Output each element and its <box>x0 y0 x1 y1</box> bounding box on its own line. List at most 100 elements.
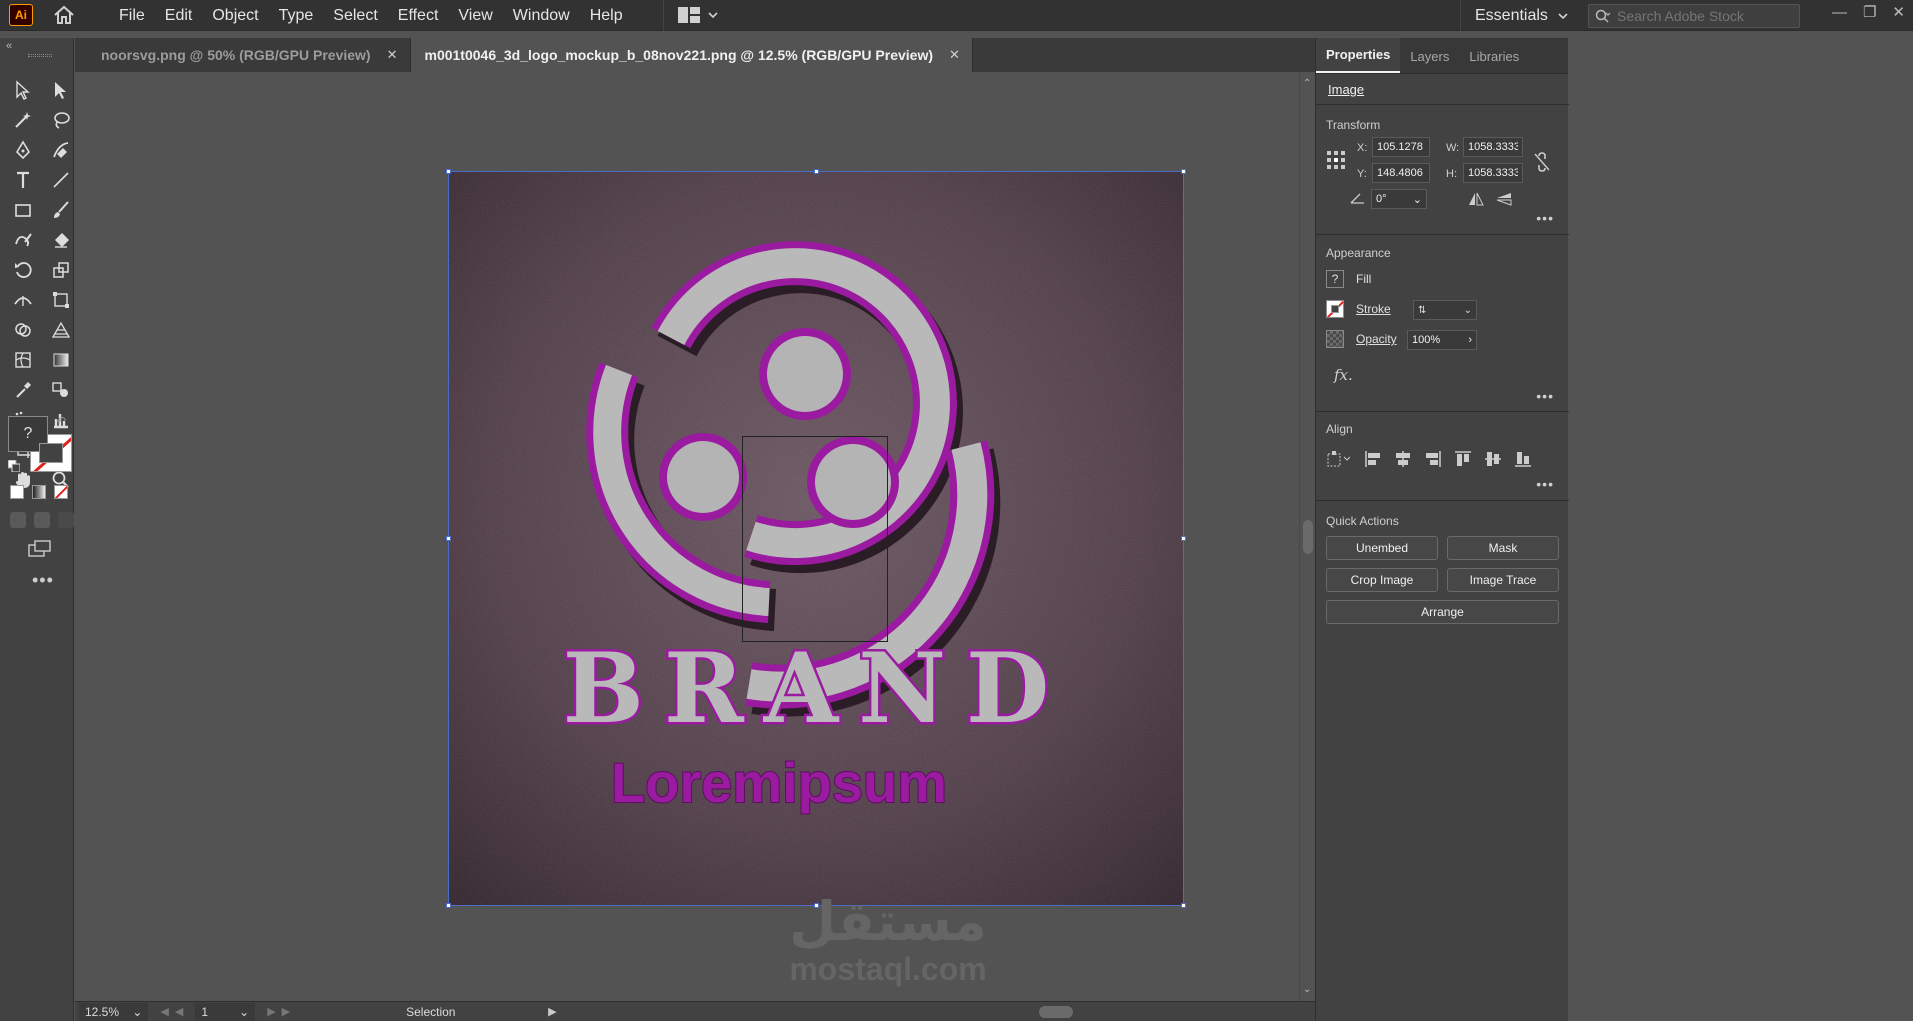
stroke-label[interactable]: Stroke <box>1356 302 1391 316</box>
scroll-up-icon[interactable]: ⌃ <box>1303 78 1311 89</box>
effects-icon[interactable]: fx. <box>1334 366 1353 384</box>
more-options-icon[interactable]: ••• <box>1536 388 1554 404</box>
menu-edit[interactable]: Edit <box>155 0 203 31</box>
crop-image-button[interactable]: Crop Image <box>1326 568 1438 592</box>
artboard-number-select[interactable]: 1 ⌄ <box>195 1002 256 1021</box>
mesh-tool-icon[interactable] <box>8 348 38 372</box>
rectangle-tool-icon[interactable] <box>8 198 38 222</box>
mask-button[interactable]: Mask <box>1447 536 1559 560</box>
image-trace-button[interactable]: Image Trace <box>1447 568 1559 592</box>
menu-window[interactable]: Window <box>503 0 580 31</box>
align-bottom-icon[interactable] <box>1514 450 1532 468</box>
flip-horizontal-icon[interactable] <box>1468 192 1484 206</box>
horizontal-scrollbar[interactable] <box>569 1003 1315 1021</box>
canvas[interactable]: BRAND Loremipsum مستقل mostaql.com <box>75 72 1299 1001</box>
close-icon[interactable]: ✕ <box>387 47 398 63</box>
line-tool-icon[interactable] <box>46 168 76 192</box>
curvature-tool-icon[interactable] <box>46 138 76 162</box>
rotate-tool-icon[interactable] <box>8 258 38 282</box>
stroke-swatch[interactable] <box>1326 300 1344 318</box>
close-icon[interactable]: ✕ <box>1892 3 1905 21</box>
scale-tool-icon[interactable] <box>46 258 76 282</box>
menu-effect[interactable]: Effect <box>388 0 449 31</box>
artboard-nav-next-icons[interactable]: ▶▶ <box>267 1005 296 1018</box>
align-left-icon[interactable] <box>1364 450 1382 468</box>
paintbrush-tool-icon[interactable] <box>46 198 76 222</box>
width-tool-icon[interactable] <box>8 288 38 312</box>
type-tool-icon[interactable] <box>8 168 38 192</box>
scroll-thumb[interactable] <box>1303 520 1313 554</box>
scroll-thumb[interactable] <box>1038 1005 1073 1018</box>
chevron-down-icon[interactable]: ⌄ <box>1464 305 1472 316</box>
menu-help[interactable]: Help <box>580 0 633 31</box>
h-field[interactable] <box>1463 163 1523 183</box>
home-icon[interactable] <box>51 3 77 27</box>
reference-point-icon[interactable] <box>1326 150 1346 170</box>
draw-normal-icon[interactable] <box>10 512 26 528</box>
eyedropper-tool-icon[interactable] <box>8 378 38 402</box>
minimize-icon[interactable]: — <box>1832 4 1847 21</box>
stock-search-input[interactable] <box>1617 8 1797 24</box>
menu-type[interactable]: Type <box>269 0 324 31</box>
object-type-link[interactable]: Image <box>1328 82 1364 97</box>
tab-layers[interactable]: Layers <box>1400 49 1459 73</box>
chevron-right-icon[interactable]: › <box>1468 334 1472 346</box>
draw-behind-icon[interactable] <box>34 512 50 528</box>
menu-view[interactable]: View <box>448 0 502 31</box>
align-right-icon[interactable] <box>1424 450 1442 468</box>
screen-mode-icon[interactable] <box>28 540 52 558</box>
color-mode-color[interactable] <box>10 485 24 499</box>
align-center-vertical-icon[interactable] <box>1484 450 1502 468</box>
lasso-tool-icon[interactable] <box>46 108 76 132</box>
tab-noorsvg[interactable]: noorsvg.png @ 50% (RGB/GPU Preview) ✕ <box>75 38 411 72</box>
more-options-icon[interactable]: ••• <box>1536 210 1554 226</box>
constrain-proportions-icon[interactable] <box>1533 152 1551 172</box>
align-top-icon[interactable] <box>1454 450 1472 468</box>
close-icon[interactable]: ✕ <box>949 47 960 63</box>
zoom-level-select[interactable]: 12.5% ⌄ <box>79 1002 149 1021</box>
arrange-button[interactable]: Arrange <box>1326 600 1559 624</box>
default-fill-stroke-icon[interactable] <box>8 460 20 472</box>
swap-fill-stroke-icon[interactable]: ↶ <box>56 414 66 428</box>
panel-grip[interactable] <box>28 54 52 57</box>
rotate-angle-select[interactable]: 0° ⌄ <box>1371 189 1427 209</box>
shape-builder-tool-icon[interactable] <box>8 318 38 342</box>
color-mode-gradient[interactable] <box>32 485 46 499</box>
tab-libraries[interactable]: Libraries <box>1459 49 1529 73</box>
w-field[interactable] <box>1463 137 1523 157</box>
draw-inside-icon[interactable] <box>58 512 74 528</box>
gradient-tool-icon[interactable] <box>46 348 76 372</box>
free-transform-tool-icon[interactable] <box>46 288 76 312</box>
restore-icon[interactable]: ❐ <box>1863 3 1876 21</box>
arrange-documents-button[interactable] <box>662 0 718 31</box>
flip-vertical-icon[interactable] <box>1496 192 1512 206</box>
menu-select[interactable]: Select <box>323 0 387 31</box>
perspective-grid-tool-icon[interactable] <box>46 318 76 342</box>
menu-file[interactable]: File <box>109 0 155 31</box>
scroll-down-icon[interactable]: ⌄ <box>1303 984 1311 995</box>
align-to-selection-icon[interactable] <box>1326 450 1352 468</box>
collapse-panel-icon[interactable]: « <box>6 40 12 52</box>
artboard-nav-prev-icons[interactable]: ◀◀ <box>160 1005 189 1018</box>
fill-swatch[interactable]: ? <box>1326 270 1344 288</box>
tab-properties[interactable]: Properties <box>1316 38 1401 73</box>
workspace-switcher[interactable]: Essentials <box>1460 0 1568 31</box>
edit-toolbar-icon[interactable]: ••• <box>32 570 54 591</box>
opacity-label[interactable]: Opacity <box>1356 332 1397 346</box>
play-icon[interactable]: ▶ <box>548 1005 556 1018</box>
opacity-field[interactable]: 100% › <box>1407 330 1477 350</box>
stepper-arrows-icon[interactable]: ⇅ <box>1418 305 1426 316</box>
eraser-tool-icon[interactable] <box>46 228 76 252</box>
selection-tool-icon[interactable] <box>8 78 38 102</box>
blend-tool-icon[interactable] <box>46 378 76 402</box>
vertical-scrollbar[interactable]: ⌃ ⌄ <box>1299 72 1315 1001</box>
pen-tool-icon[interactable] <box>8 138 38 162</box>
color-mode-none[interactable] <box>54 485 68 499</box>
tab-mockup[interactable]: m001t0046_3d_logo_mockup_b_08nov221.png … <box>410 38 973 72</box>
direct-selection-tool-icon[interactable] <box>46 78 76 102</box>
menu-object[interactable]: Object <box>202 0 268 31</box>
y-field[interactable] <box>1372 163 1430 183</box>
more-options-icon[interactable]: ••• <box>1536 476 1554 492</box>
unembed-button[interactable]: Unembed <box>1326 536 1438 560</box>
align-center-horizontal-icon[interactable] <box>1394 450 1412 468</box>
